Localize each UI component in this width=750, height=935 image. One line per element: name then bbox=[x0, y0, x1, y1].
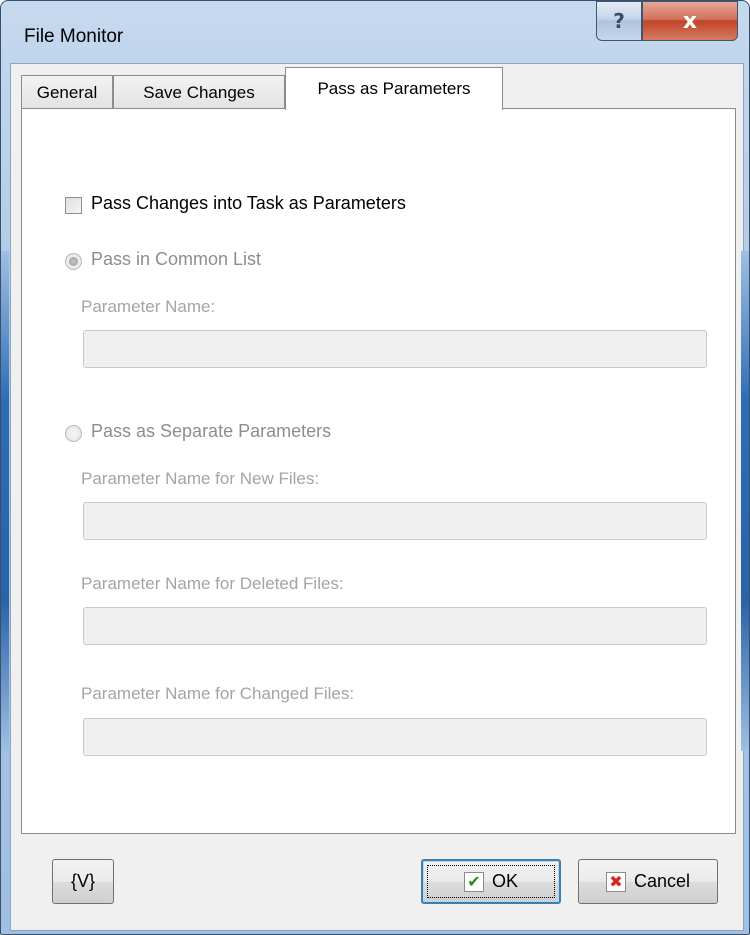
tab-save-changes-label: Save Changes bbox=[143, 82, 255, 102]
variables-button-label: {V} bbox=[70, 871, 96, 891]
ok-button[interactable]: ✔ OK bbox=[421, 859, 561, 904]
parameter-name-field[interactable] bbox=[83, 330, 707, 368]
new-files-field[interactable] bbox=[83, 502, 707, 540]
separate-parameters-radio[interactable] bbox=[65, 425, 82, 442]
tab-save-changes[interactable]: Save Changes bbox=[113, 75, 285, 109]
file-monitor-window: File Monitor ? x General Save Changes Pa… bbox=[0, 0, 750, 935]
close-button[interactable]: x bbox=[642, 1, 738, 41]
help-button[interactable]: ? bbox=[596, 1, 642, 41]
common-list-label: Pass in Common List bbox=[91, 249, 262, 269]
close-icon: x bbox=[682, 8, 698, 34]
tab-pass-as-parameters[interactable]: Pass as Parameters bbox=[285, 67, 503, 110]
changed-files-field[interactable] bbox=[83, 718, 707, 756]
common-list-radio[interactable] bbox=[65, 253, 82, 270]
deleted-files-label: Parameter Name for Deleted Files: bbox=[81, 574, 344, 593]
variables-button[interactable]: {V} bbox=[52, 859, 114, 904]
tab-panel-pass-as-parameters: Pass Changes into Task as Parameters Pas… bbox=[21, 108, 736, 834]
parameter-name-label: Parameter Name: bbox=[81, 297, 216, 316]
window-title: File Monitor bbox=[24, 26, 124, 47]
tab-pass-as-parameters-label: Pass as Parameters bbox=[317, 79, 471, 98]
separate-parameters-label: Pass as Separate Parameters bbox=[91, 421, 332, 441]
new-files-label: Parameter Name for New Files: bbox=[81, 469, 320, 488]
help-icon: ? bbox=[613, 9, 625, 33]
cancel-button[interactable]: ✖ Cancel bbox=[578, 859, 718, 904]
changed-files-label: Parameter Name for Changed Files: bbox=[81, 684, 355, 703]
pass-changes-checkbox[interactable] bbox=[65, 197, 82, 214]
ok-button-label: OK bbox=[491, 871, 518, 891]
tab-general[interactable]: General bbox=[21, 75, 113, 109]
cancel-button-label: Cancel bbox=[633, 871, 691, 891]
cancel-x-icon: ✖ bbox=[605, 871, 626, 892]
pass-changes-label: Pass Changes into Task as Parameters bbox=[91, 193, 406, 213]
tab-general-label: General bbox=[36, 82, 98, 102]
checkmark-icon: ✔ bbox=[463, 871, 484, 892]
deleted-files-field[interactable] bbox=[83, 607, 707, 645]
dialog-client-area: General Save Changes Pass as Parameters … bbox=[10, 63, 744, 931]
